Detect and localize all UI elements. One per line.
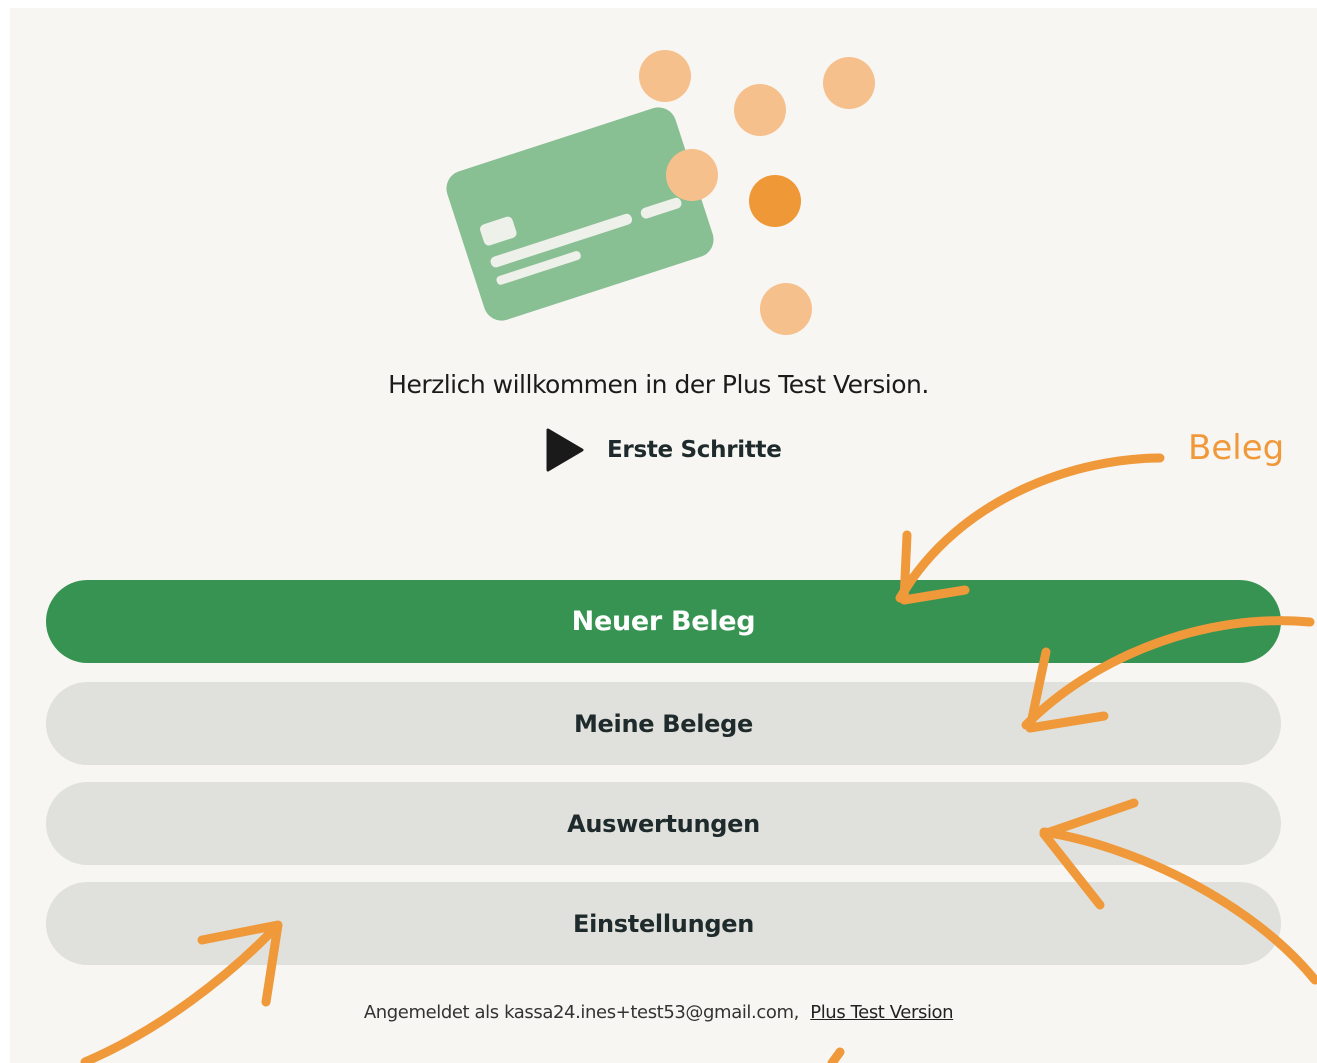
coin-icon bbox=[639, 50, 691, 102]
footer: Angemeldet als kassa24.ines+test53@gmail… bbox=[0, 1002, 1317, 1023]
welcome-text: Herzlich willkommen in der Plus Test Ver… bbox=[388, 370, 929, 399]
coin-icon bbox=[760, 283, 812, 335]
version-link[interactable]: Plus Test Version bbox=[810, 1002, 953, 1023]
credit-card-icon bbox=[446, 107, 714, 321]
my-receipts-button[interactable]: Meine Belege bbox=[46, 682, 1281, 765]
hero-illustration bbox=[446, 50, 875, 335]
new-receipt-button[interactable]: Neuer Beleg bbox=[46, 580, 1281, 663]
coin-icon bbox=[749, 175, 801, 227]
annotation-label: Beleg bbox=[1188, 428, 1285, 468]
reports-button[interactable]: Auswertungen bbox=[46, 782, 1281, 865]
first-steps-label: Erste Schritte bbox=[607, 437, 782, 463]
first-steps-link[interactable]: Erste Schritte bbox=[545, 428, 782, 472]
coin-icon bbox=[734, 84, 786, 136]
settings-button[interactable]: Einstellungen bbox=[46, 882, 1281, 965]
play-icon bbox=[546, 428, 584, 472]
coin-icon bbox=[823, 57, 875, 109]
logged-in-text: Angemeldet als kassa24.ines+test53@gmail… bbox=[363, 1002, 799, 1023]
coin-icon bbox=[666, 149, 718, 201]
